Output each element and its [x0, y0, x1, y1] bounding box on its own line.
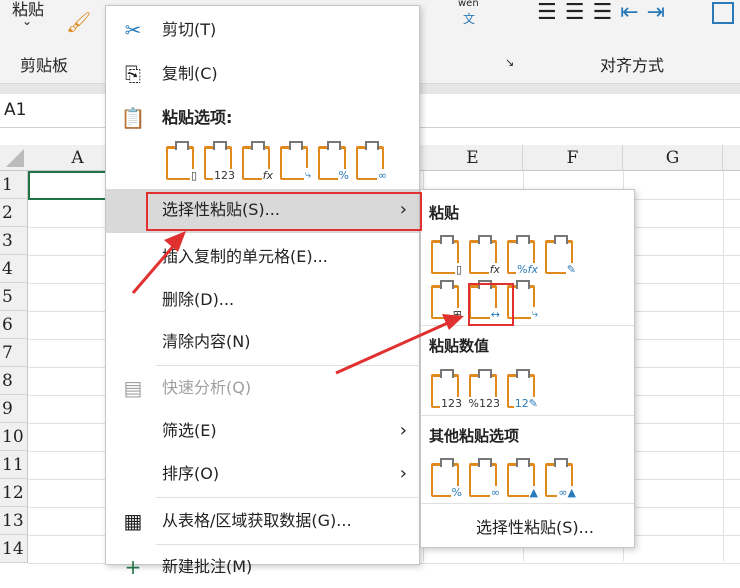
- annotation-arrows: [131, 231, 464, 375]
- arrow-head: [442, 314, 464, 330]
- arrow-to-paste-special: [131, 242, 178, 294]
- arrow-head: [164, 231, 186, 252]
- arrow-to-column-width: [335, 320, 451, 375]
